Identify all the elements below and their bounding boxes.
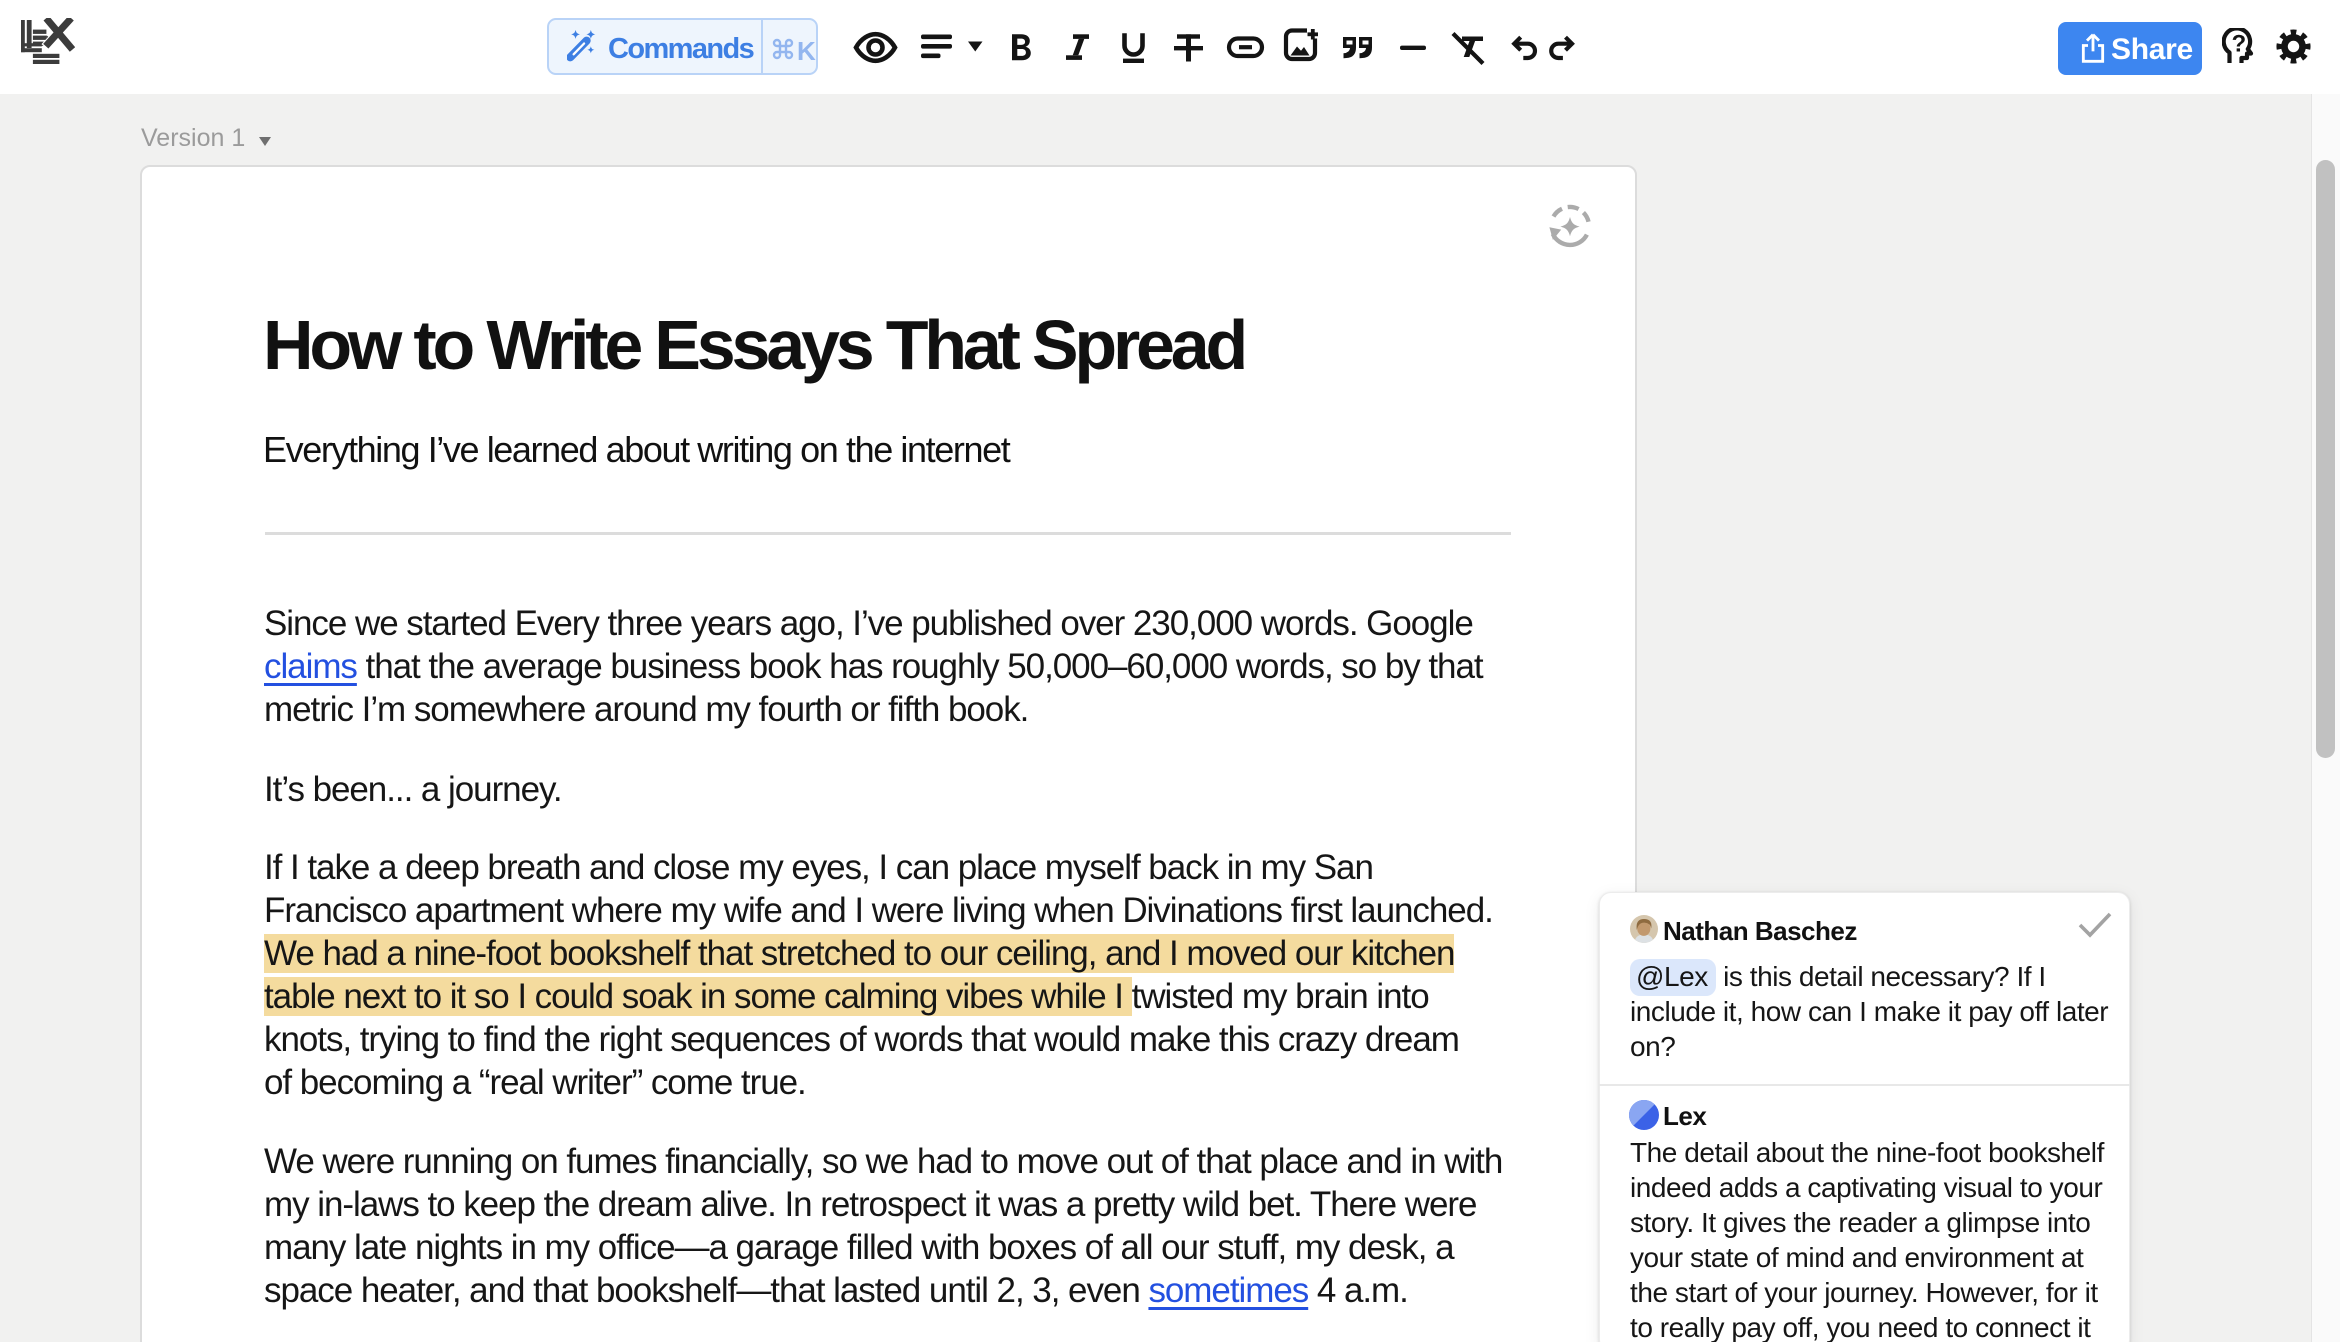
svg-text:?: ? (2232, 31, 2247, 58)
